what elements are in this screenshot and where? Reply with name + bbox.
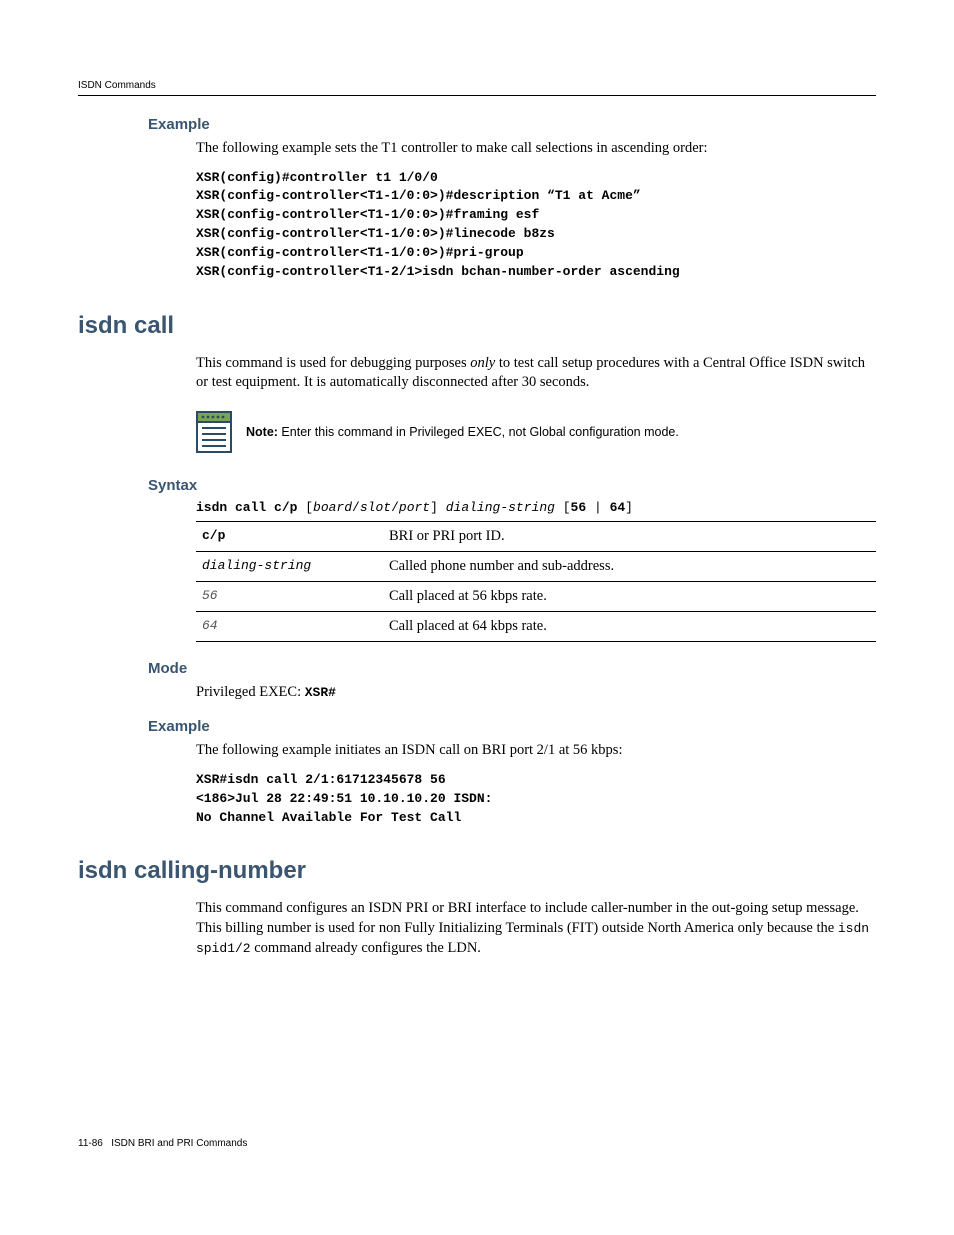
syn-p11: 56 <box>571 500 587 515</box>
desc-part-a: This command is used for debugging purpo… <box>196 355 470 371</box>
mode-text-lead: Privileged EXEC: <box>196 684 305 700</box>
param-key: c/p <box>196 521 383 551</box>
example-intro: The following example sets the T1 contro… <box>196 139 876 159</box>
command-title-isdn-calling-number: isdn calling-number <box>78 857 876 885</box>
page-footer: 11-86 ISDN BRI and PRI Commands <box>78 1138 247 1149</box>
example-code-block: XSR(config)#controller t1 1/0/0 XSR(conf… <box>196 169 876 282</box>
note-row: Note: Enter this command in Privileged E… <box>196 411 876 453</box>
param-val: Call placed at 64 kbps rate. <box>383 611 876 641</box>
syntax-title: Syntax <box>148 477 876 494</box>
syn-p4: / <box>352 500 360 515</box>
desc-em: only <box>470 355 495 371</box>
footer-label: ISDN BRI and PRI Commands <box>111 1138 247 1149</box>
syn-p9: dialing-string <box>446 500 555 515</box>
syn-p12: | <box>586 500 609 515</box>
table-row: 56 Call placed at 56 kbps rate. <box>196 581 876 611</box>
syn-p5: slot <box>360 500 391 515</box>
note-text: Note: Enter this command in Privileged E… <box>246 425 679 439</box>
mode-title: Mode <box>148 660 876 677</box>
syn-p1: isdn call c/p <box>196 500 297 515</box>
table-row: 64 Call placed at 64 kbps rate. <box>196 611 876 641</box>
param-val: Called phone number and sub-address. <box>383 551 876 581</box>
param-val: Call placed at 56 kbps rate. <box>383 581 876 611</box>
example2-intro: The following example initiates an ISDN … <box>196 741 876 761</box>
param-key: dialing-string <box>196 551 383 581</box>
isdn-call-description: This command is used for debugging purpo… <box>196 354 876 393</box>
syn-p13: 64 <box>610 500 626 515</box>
note-body: Enter this command in Privileged EXEC, n… <box>278 425 679 439</box>
note-label: Note: <box>246 425 278 439</box>
desc2-b: command already configures the LDN. <box>251 940 481 956</box>
param-key: 56 <box>196 581 383 611</box>
command-title-isdn-call: isdn call <box>78 312 876 340</box>
mode-text: Privileged EXEC: XSR# <box>196 683 876 703</box>
syn-p8: ] <box>430 500 446 515</box>
param-key: 64 <box>196 611 383 641</box>
note-icon <box>196 411 232 453</box>
syn-p14: ] <box>625 500 633 515</box>
param-val: BRI or PRI port ID. <box>383 521 876 551</box>
syn-p3: board <box>313 500 352 515</box>
calling-number-description: This command configures an ISDN PRI or B… <box>196 899 876 958</box>
syntax-line: isdn call c/p [board/slot/port] dialing-… <box>196 500 876 515</box>
running-header: ISDN Commands <box>78 80 876 96</box>
mode-code: XSR# <box>305 685 336 700</box>
syn-p7: port <box>399 500 430 515</box>
syn-p6: / <box>391 500 399 515</box>
section-example-title: Example <box>148 116 876 133</box>
page: ISDN Commands Example The following exam… <box>0 0 954 1235</box>
syn-p2: [ <box>297 500 313 515</box>
desc2-a: This command configures an ISDN PRI or B… <box>196 900 859 936</box>
example2-code-block: XSR#isdn call 2/1:61712345678 56 <186>Ju… <box>196 771 876 828</box>
example2-title: Example <box>148 718 876 735</box>
table-row: dialing-string Called phone number and s… <box>196 551 876 581</box>
page-number: 11-86 <box>78 1138 103 1149</box>
table-row: c/p BRI or PRI port ID. <box>196 521 876 551</box>
params-table: c/p BRI or PRI port ID. dialing-string C… <box>196 521 876 642</box>
syn-p10: [ <box>555 500 571 515</box>
